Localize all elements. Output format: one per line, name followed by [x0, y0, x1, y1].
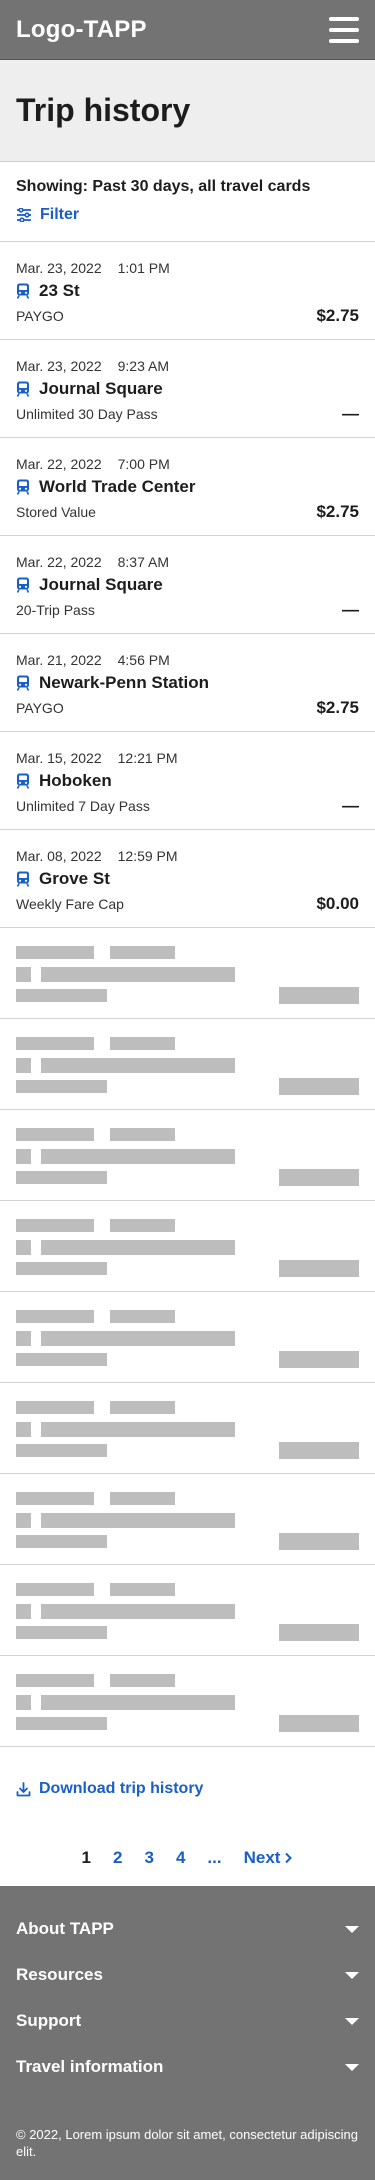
trip-time: 9:23 AM: [117, 358, 169, 374]
trip-row[interactable]: Mar. 22, 2022 8:37 AM Journal Square 20-T…: [0, 536, 375, 634]
train-icon: [16, 577, 30, 593]
trip-fare-type: PAYGO: [16, 308, 64, 324]
trip-fare: $0.00: [316, 894, 359, 913]
skeleton-row: [0, 1110, 375, 1201]
train-icon: [16, 675, 30, 691]
caret-down-icon: [345, 2063, 359, 2071]
page-title: Trip history: [16, 92, 191, 128]
train-icon: [16, 871, 30, 887]
trip-time: 4:56 PM: [117, 652, 170, 668]
train-icon: [16, 283, 30, 299]
pagination: 1 2 3 4 ... Next: [0, 1831, 375, 1885]
trip-date: Mar. 22, 2022: [16, 554, 102, 570]
skeleton-row: [0, 1474, 375, 1565]
logo[interactable]: Logo-TAPP: [16, 16, 147, 44]
trip-fare-type: Weekly Fare Cap: [16, 896, 124, 912]
trip-fare-type: 20-Trip Pass: [16, 602, 95, 618]
copyright: © 2022, Lorem ipsum dolor sit amet, cons…: [16, 2127, 358, 2159]
footer-section-label: Travel information: [16, 2057, 164, 2076]
top-bar: Logo-TAPP: [0, 0, 375, 60]
pagination-ellipsis: ...: [207, 1848, 222, 1867]
skeleton-row: [0, 1201, 375, 1292]
skeleton-row: [0, 1292, 375, 1383]
footer-about-tapp[interactable]: About TAPP: [0, 1906, 375, 1952]
trip-station: 23 St: [39, 281, 80, 300]
train-icon: [16, 773, 30, 789]
trip-date: Mar. 23, 2022: [16, 260, 102, 276]
skeleton-row: [0, 928, 375, 1019]
train-icon: [16, 381, 30, 397]
trip-date: Mar. 21, 2022: [16, 652, 102, 668]
trip-row[interactable]: Mar. 08, 2022 12:59 PM Grove St Weekly Fa…: [0, 830, 375, 928]
filter-area: Showing: Past 30 days, all travel cards …: [0, 162, 375, 242]
page-4[interactable]: 4: [176, 1848, 185, 1868]
download-trip-history-link[interactable]: Download trip history: [0, 1747, 375, 1831]
trip-station: World Trade Center: [39, 477, 196, 496]
trip-station: Grove St: [39, 869, 110, 888]
trip-list: Mar. 23, 2022 1:01 PM 23 St PAYGO $2.75 Ma…: [0, 242, 375, 1747]
download-label: Download trip history: [39, 1780, 204, 1797]
trip-fare-type: PAYGO: [16, 700, 64, 716]
trip-time: 1:01 PM: [117, 260, 170, 276]
skeleton-row: [0, 1656, 375, 1747]
trip-time: 8:37 AM: [117, 554, 169, 570]
footer-support[interactable]: Support: [0, 1998, 375, 2044]
footer-resources[interactable]: Resources: [0, 1952, 375, 1998]
page-2[interactable]: 2: [113, 1848, 122, 1868]
footer-section-label: About TAPP: [16, 1919, 114, 1938]
sliders-icon: [17, 208, 31, 222]
trip-date: Mar. 23, 2022: [16, 358, 102, 374]
trip-time: 7:00 PM: [117, 456, 170, 472]
filter-label: Filter: [40, 206, 80, 223]
trip-fare: —: [342, 600, 359, 619]
footer: About TAPP Resources Support Travel info…: [0, 1886, 375, 2180]
next-page-button[interactable]: Next: [244, 1848, 294, 1868]
footer-section-label: Support: [16, 2011, 82, 2030]
title-band: Trip history: [0, 60, 375, 162]
next-label: Next: [243, 1848, 281, 1867]
trip-fare: —: [342, 404, 359, 423]
filter-summary: Showing: Past 30 days, all travel cards: [16, 178, 311, 195]
skeleton-row: [0, 1019, 375, 1110]
trip-date: Mar. 08, 2022: [16, 848, 102, 864]
skeleton-row: [0, 1383, 375, 1474]
skeleton-row: [0, 1565, 375, 1656]
trip-station: Journal Square: [39, 379, 163, 398]
trip-station: Hoboken: [39, 771, 112, 790]
trip-row[interactable]: Mar. 23, 2022 9:23 AM Journal Square Unli…: [0, 340, 375, 438]
footer-travel-information[interactable]: Travel information: [0, 2044, 375, 2090]
caret-down-icon: [345, 1971, 359, 1979]
trip-row[interactable]: Mar. 21, 2022 4:56 PM Newark-Penn Station…: [0, 634, 375, 732]
filter-button[interactable]: Filter: [16, 206, 359, 224]
caret-down-icon: [345, 2017, 359, 2025]
footer-section-label: Resources: [16, 1965, 103, 1984]
trip-station: Journal Square: [39, 575, 163, 594]
trip-fare-type: Unlimited 7 Day Pass: [16, 798, 150, 814]
trip-fare: $2.75: [316, 698, 359, 717]
download-icon: [16, 1781, 31, 1796]
trip-fare: —: [342, 796, 359, 815]
trip-time: 12:21 PM: [117, 750, 178, 766]
trip-station: Newark-Penn Station: [39, 673, 210, 692]
trip-row[interactable]: Mar. 22, 2022 7:00 PM World Trade Center …: [0, 438, 375, 536]
trip-fare: $2.75: [316, 502, 359, 521]
train-icon: [16, 479, 30, 495]
chevron-right-icon: [285, 1852, 293, 1864]
trip-fare-type: Unlimited 30 Day Pass: [16, 406, 158, 422]
page-1[interactable]: 1: [82, 1848, 91, 1868]
trip-date: Mar. 22, 2022: [16, 456, 102, 472]
trip-row[interactable]: Mar. 15, 2022 12:21 PM Hoboken Unlimited …: [0, 732, 375, 830]
hamburger-menu-icon[interactable]: [329, 16, 359, 43]
trip-fare: $2.75: [316, 306, 359, 325]
page-3[interactable]: 3: [144, 1848, 153, 1868]
caret-down-icon: [345, 1925, 359, 1933]
trip-date: Mar. 15, 2022: [16, 750, 102, 766]
trip-time: 12:59 PM: [117, 848, 178, 864]
trip-fare-type: Stored Value: [16, 504, 96, 520]
trip-row[interactable]: Mar. 23, 2022 1:01 PM 23 St PAYGO $2.75: [0, 242, 375, 340]
